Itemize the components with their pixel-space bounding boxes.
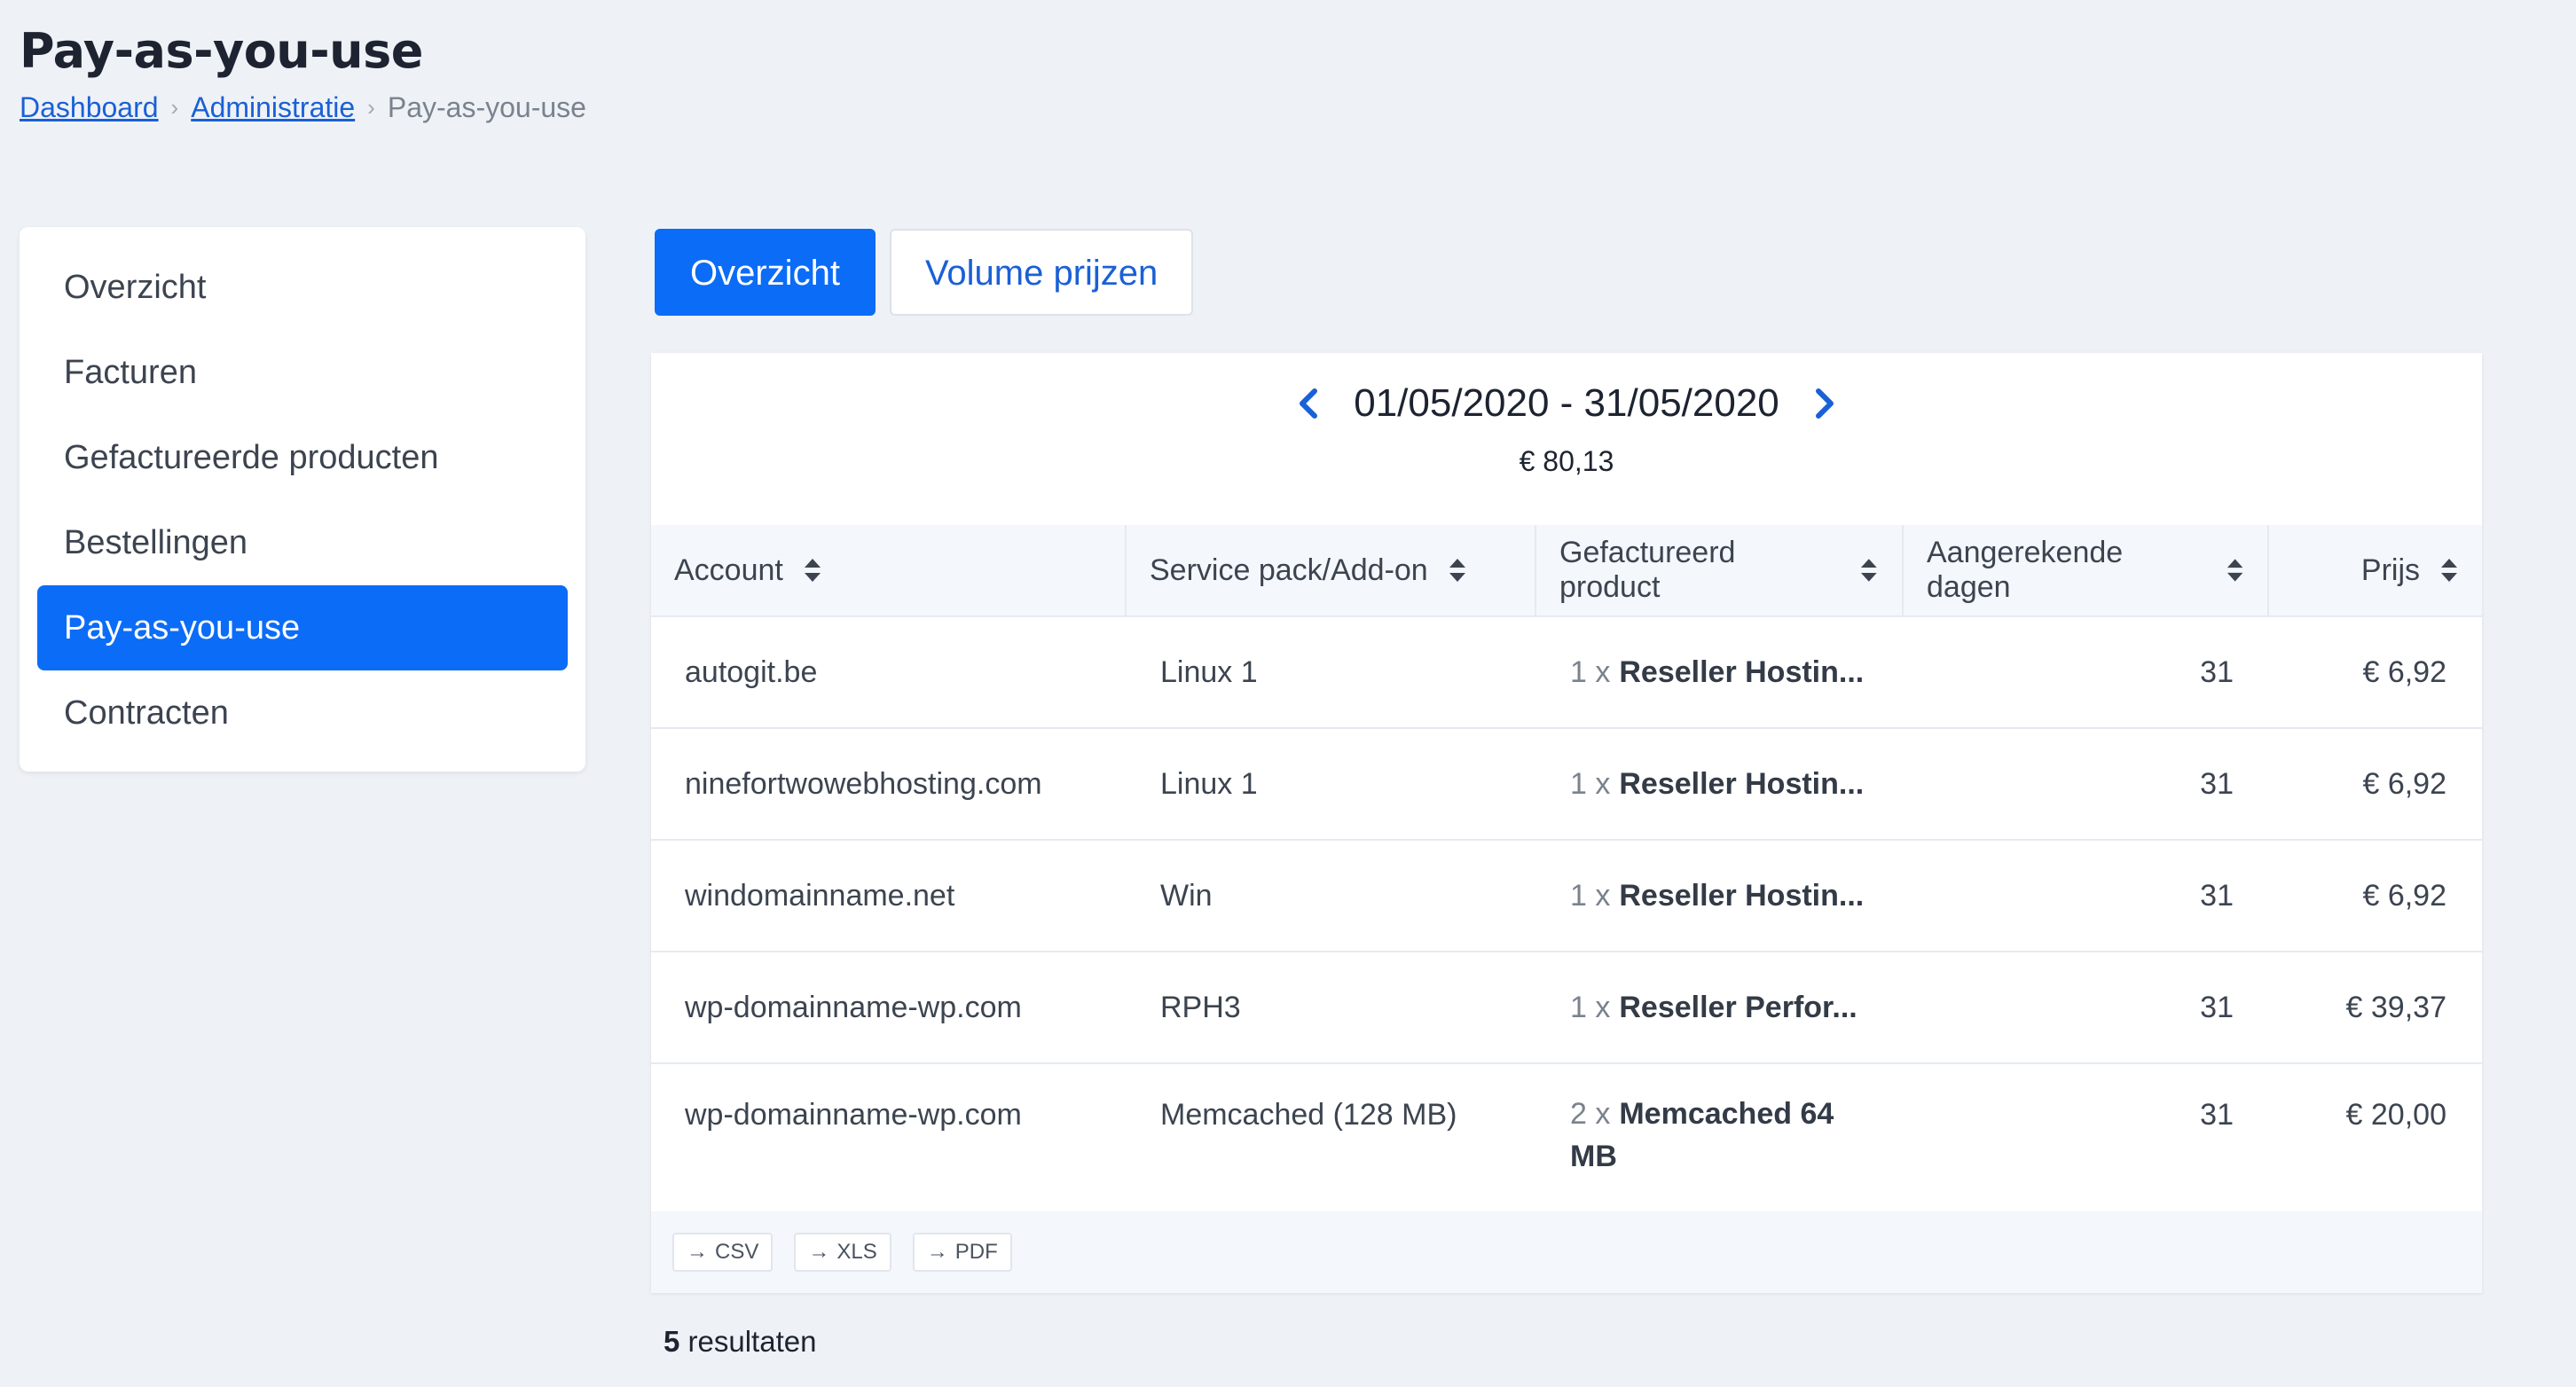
arrow-right-icon: → <box>687 1240 708 1264</box>
export-xls-button[interactable]: → XLS <box>794 1233 891 1272</box>
chevron-right-icon[interactable] <box>1810 384 1840 423</box>
breadcrumb-separator-icon: › <box>170 94 179 121</box>
table-row: windomainname.net Win 1 x Reseller Hostin… <box>651 841 2482 952</box>
column-header-prijs[interactable]: Prijs <box>2269 525 2482 615</box>
cell-days: 31 <box>2200 654 2234 689</box>
tab-volume-prijzen[interactable]: Volume prijzen <box>889 229 1194 316</box>
sidebar-item-facturen[interactable]: Facturen <box>37 330 568 415</box>
column-header-account[interactable]: Account <box>651 525 1127 615</box>
chevron-left-icon[interactable] <box>1293 384 1323 423</box>
results-count: 5 resultaten <box>664 1325 817 1358</box>
cell-product: 2 x Memcached 64 MB <box>1570 1097 1834 1173</box>
sidebar-item-overzicht[interactable]: Overzicht <box>37 245 568 330</box>
period-selector: 01/05/2020 - 31/05/2020 € 80,13 <box>651 381 2482 478</box>
breadcrumb-administratie-link[interactable]: Administratie <box>191 91 355 124</box>
column-header-aangerekende-dagen[interactable]: Aangerekende dagen <box>1904 525 2269 615</box>
export-pdf-button[interactable]: → PDF <box>912 1233 1012 1272</box>
sort-icon <box>804 559 821 582</box>
sort-icon <box>1449 559 1465 582</box>
cell-service: Linux 1 <box>1160 766 1258 801</box>
sidebar-item-bestellingen[interactable]: Bestellingen <box>37 500 568 585</box>
export-csv-button[interactable]: → CSV <box>672 1233 774 1272</box>
table-body: autogit.be Linux 1 1 x Reseller Hostin...… <box>651 617 2482 1215</box>
cell-product: 1 x Reseller Hostin... <box>1570 766 1865 801</box>
cell-days: 31 <box>2200 766 2234 801</box>
cell-account: ninefortwowebhosting.com <box>685 766 1042 801</box>
cell-account: wp-domainname-wp.com <box>685 990 1022 1024</box>
cell-product: 1 x Reseller Hostin... <box>1570 654 1865 689</box>
sort-icon <box>2441 559 2457 582</box>
cell-service: RPH3 <box>1160 990 1241 1024</box>
pay-as-you-use-card: 01/05/2020 - 31/05/2020 € 80,13 Account … <box>651 353 2482 1293</box>
breadcrumb-current: Pay-as-you-use <box>387 91 586 123</box>
cell-account: autogit.be <box>685 654 818 689</box>
cell-price: € 6,92 <box>2362 766 2446 801</box>
page-header: Pay-as-you-use Dashboard › Administratie… <box>20 23 586 124</box>
cell-service: Memcached (128 MB) <box>1160 1098 1457 1132</box>
sidebar-item-pay-as-you-use[interactable]: Pay-as-you-use <box>37 585 568 670</box>
sort-icon <box>2227 559 2243 582</box>
period-range: 01/05/2020 - 31/05/2020 <box>1354 381 1779 425</box>
cell-price: € 39,37 <box>2345 990 2446 1024</box>
tab-overzicht[interactable]: Overzicht <box>655 229 876 316</box>
breadcrumb-dashboard-link[interactable]: Dashboard <box>20 91 159 124</box>
arrow-right-icon: → <box>808 1240 830 1264</box>
period-total: € 80,13 <box>1519 445 1614 477</box>
cell-days: 31 <box>2200 878 2234 913</box>
sidebar-item-gefactureerde-producten[interactable]: Gefactureerde producten <box>37 415 568 500</box>
cell-product: 1 x Reseller Perfor... <box>1570 990 1857 1024</box>
sort-icon <box>1861 559 1878 582</box>
cell-price: € 6,92 <box>2362 654 2446 689</box>
cell-days: 31 <box>2200 990 2234 1024</box>
cell-days: 31 <box>2200 1098 2234 1132</box>
sidebar-item-contracten[interactable]: Contracten <box>37 670 568 756</box>
table-row: autogit.be Linux 1 1 x Reseller Hostin...… <box>651 617 2482 729</box>
tab-bar: Overzicht Volume prijzen <box>655 229 1194 316</box>
table-row: wp-domainname-wp.com RPH3 1 x Reseller Pe… <box>651 952 2482 1064</box>
cell-product: 1 x Reseller Hostin... <box>1570 878 1865 913</box>
column-header-gefactureerd-product[interactable]: Gefactureerd product <box>1536 525 1904 615</box>
sidebar: Overzicht Facturen Gefactureerde product… <box>20 227 585 772</box>
table-header: Account Service pack/Add-on Gefactureerd… <box>651 525 2482 617</box>
cell-service: Win <box>1160 878 1213 913</box>
breadcrumb: Dashboard › Administratie › Pay-as-you-u… <box>20 91 586 124</box>
breadcrumb-separator-icon: › <box>367 94 375 121</box>
cell-price: € 20,00 <box>2345 1098 2446 1132</box>
arrow-right-icon: → <box>926 1240 948 1264</box>
export-bar: → CSV → XLS → PDF <box>651 1211 2482 1293</box>
page-title: Pay-as-you-use <box>20 23 423 79</box>
column-header-service-pack[interactable]: Service pack/Add-on <box>1127 525 1536 615</box>
cell-price: € 6,92 <box>2362 878 2446 913</box>
cell-account: windomainname.net <box>685 878 955 913</box>
table-row: ninefortwowebhosting.com Linux 1 1 x Rese… <box>651 729 2482 841</box>
table-row: wp-domainname-wp.com Memcached (128 MB) … <box>651 1064 2482 1215</box>
cell-service: Linux 1 <box>1160 654 1258 689</box>
cell-account: wp-domainname-wp.com <box>685 1098 1022 1132</box>
